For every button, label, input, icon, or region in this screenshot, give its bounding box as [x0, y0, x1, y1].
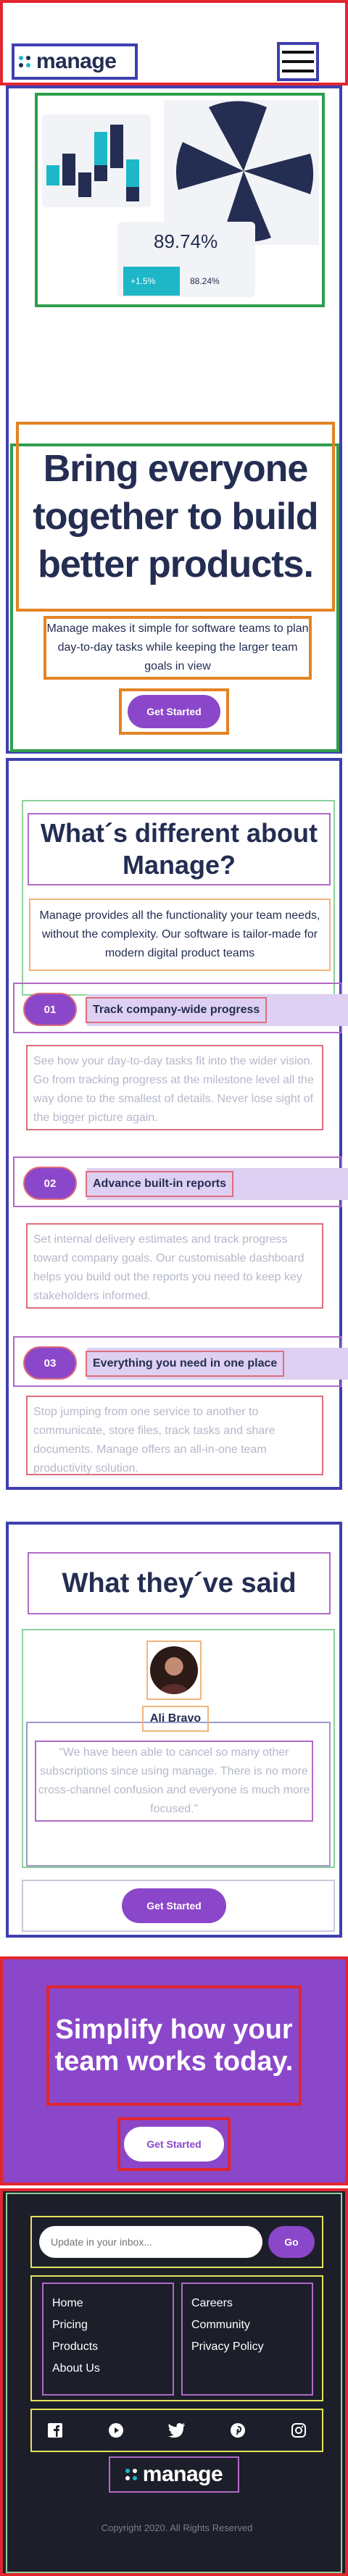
feature-number: 03 [23, 1346, 77, 1380]
newsletter-form: Go [30, 2216, 323, 2268]
footer-link-products[interactable]: Products [52, 2341, 164, 2354]
logo[interactable]: manage [12, 43, 138, 80]
footer-link-home[interactable]: Home [52, 2297, 164, 2310]
footer-link-about-us[interactable]: About Us [52, 2362, 164, 2375]
hamburger-icon[interactable] [277, 42, 319, 81]
feature-item-2: 02 Advance built-in reports [13, 1156, 348, 1207]
feature-item-3: 03 Everything you need in one place [13, 1336, 348, 1387]
feature-item-1: 01 Track company-wide progress [13, 983, 348, 1033]
features-title: What´s different about Manage? [28, 813, 331, 885]
footer-link-community[interactable]: Community [191, 2319, 303, 2332]
testimonial-name: Ali Bravo [142, 1706, 209, 1732]
dashboard-change: +1.5% [130, 276, 156, 286]
facebook-icon[interactable] [46, 2422, 64, 2439]
logo-text: manage [36, 49, 117, 73]
dashboard-secondary: 88.24% [190, 276, 220, 286]
logo-mark-icon [125, 2469, 137, 2480]
email-input[interactable] [39, 2226, 262, 2258]
pinterest-icon[interactable] [229, 2422, 246, 2439]
feature-title: Advance built-in reports [86, 1171, 234, 1197]
go-button[interactable]: Go [268, 2226, 315, 2258]
testimonials-title: What they´ve said [28, 1552, 331, 1614]
copyright-text: Copyright 2020. All Rights Reserved [101, 2522, 253, 2533]
avatar-wrap [146, 1641, 202, 1700]
hero-cta-wrap: Get Started [119, 688, 229, 735]
hero-illustration: 89.74% +1.5% 88.24% [35, 93, 325, 307]
twitter-icon[interactable] [168, 2422, 186, 2439]
instagram-icon[interactable] [290, 2422, 307, 2439]
footer-links-right: Careers Community Privacy Policy [181, 2283, 313, 2396]
footer-links-left: Home Pricing Products About Us [42, 2283, 174, 2396]
hero-title: Bring everyone together to build better … [16, 422, 335, 612]
feature-title: Track company-wide progress [86, 997, 268, 1023]
footer-link-careers[interactable]: Careers [191, 2297, 303, 2310]
cta-button-wrap: Get Started [117, 2117, 231, 2171]
social-links [30, 2409, 323, 2452]
feature-body: Set internal delivery estimates and trac… [26, 1223, 323, 1309]
dashboard-percent: 89.74% [154, 230, 218, 252]
youtube-icon[interactable] [107, 2422, 125, 2439]
feature-body: Stop jumping from one service to another… [26, 1396, 323, 1475]
footer-logo-text: manage [142, 2462, 223, 2486]
logo-mark-icon [19, 56, 30, 67]
footer-link-pricing[interactable]: Pricing [52, 2319, 164, 2332]
testimonial-quote: “We have been able to cancel so many oth… [35, 1741, 313, 1822]
feature-body: See how your day-to-day tasks fit into t… [26, 1045, 323, 1130]
footer-link-privacy-policy[interactable]: Privacy Policy [191, 2341, 303, 2354]
avatar [150, 1646, 198, 1694]
feature-title: Everything you need in one place [86, 1351, 285, 1377]
feature-number: 01 [23, 993, 77, 1026]
feature-number: 02 [23, 1167, 77, 1200]
dashboard-illustration: 89.74% +1.5% 88.24% [42, 100, 319, 297]
testimonials-get-started-button[interactable]: Get Started [122, 1888, 226, 1923]
hero-get-started-button[interactable]: Get Started [128, 695, 220, 728]
hero-description: Manage makes it simple for software team… [44, 616, 312, 680]
footer-logo[interactable]: manage [109, 2456, 239, 2493]
cta-title: Simplify how your team works today. [46, 1985, 302, 2106]
features-description: Manage provides all the functionality yo… [29, 899, 331, 971]
cta-get-started-button[interactable]: Get Started [124, 2127, 224, 2162]
